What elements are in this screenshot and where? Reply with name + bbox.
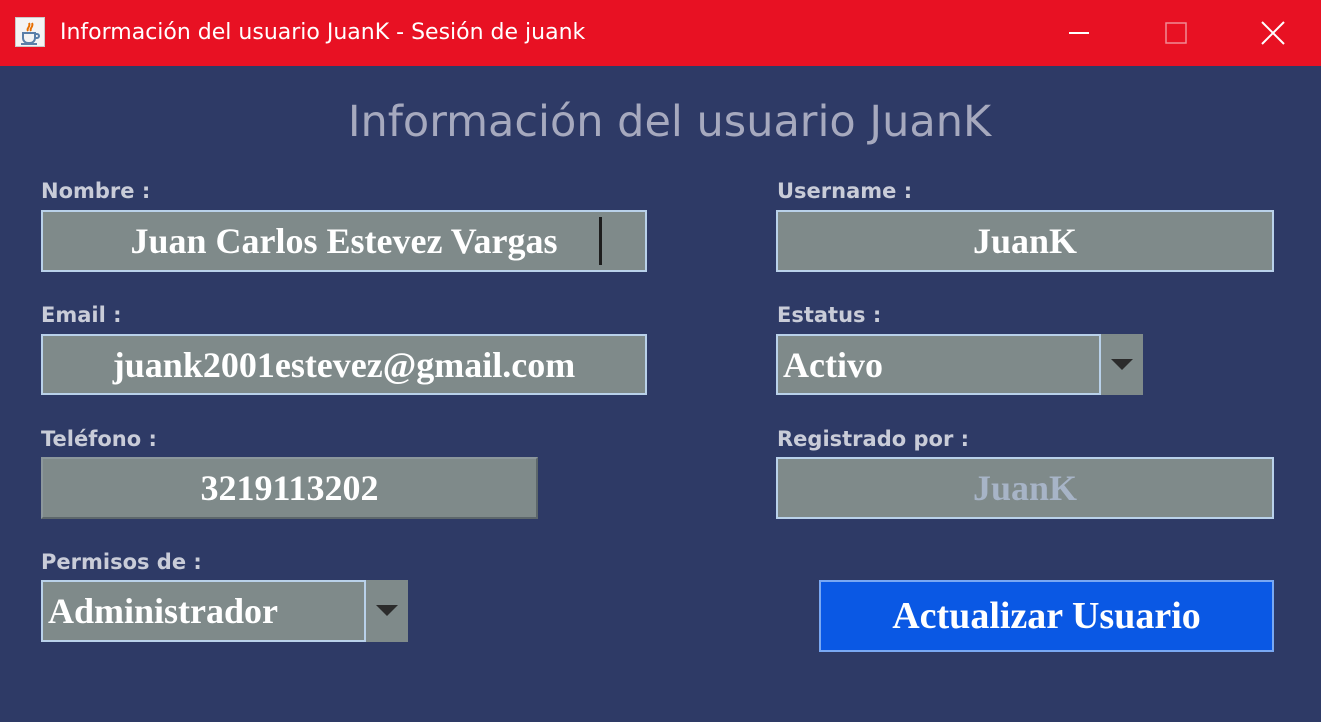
email-value: juank2001estevez@gmail.com xyxy=(112,344,576,385)
nombre-label: Nombre : xyxy=(41,179,151,203)
permisos-label: Permisos de : xyxy=(41,550,202,574)
title-bar[interactable]: Información del usuario JuanK - Sesión d… xyxy=(0,0,1321,66)
text-caret xyxy=(599,217,602,265)
close-button[interactable] xyxy=(1225,0,1321,66)
chevron-down-icon xyxy=(1111,358,1133,370)
estatus-dropdown-button[interactable] xyxy=(1101,334,1143,395)
estatus-label: Estatus : xyxy=(777,303,882,327)
telefono-field[interactable]: 3219113202 xyxy=(41,457,538,519)
minimize-icon xyxy=(1069,32,1089,34)
minimize-button[interactable] xyxy=(1031,0,1127,66)
username-value: JuanK xyxy=(972,221,1078,261)
permisos-selected-value: Administrador xyxy=(41,580,366,642)
telefono-value: 3219113202 xyxy=(200,468,379,508)
close-icon xyxy=(1261,21,1285,45)
update-user-button[interactable]: Actualizar Usuario xyxy=(819,580,1274,652)
permisos-select[interactable]: Administrador xyxy=(41,580,408,642)
nombre-value: Juan Carlos Estevez Vargas xyxy=(130,221,558,261)
maximize-button[interactable] xyxy=(1128,0,1224,66)
user-info-window: Información del usuario JuanK - Sesión d… xyxy=(0,0,1321,722)
username-field[interactable]: JuanK xyxy=(776,210,1274,272)
estatus-select[interactable]: Activo xyxy=(776,334,1143,395)
page-title: Información del usuario JuanK xyxy=(347,97,992,147)
java-cup-icon xyxy=(15,17,45,47)
registrado-por-field: JuanK xyxy=(776,457,1274,519)
chevron-down-icon xyxy=(376,605,398,616)
permisos-dropdown-button[interactable] xyxy=(366,580,408,642)
telefono-label: Teléfono : xyxy=(41,427,157,451)
email-field[interactable]: juank2001estevez@gmail.com xyxy=(41,334,647,395)
username-label: Username : xyxy=(777,179,913,203)
window-title: Información del usuario JuanK - Sesión d… xyxy=(60,20,586,45)
registrado-por-value: JuanK xyxy=(972,468,1078,508)
maximize-icon xyxy=(1165,22,1187,44)
email-label: Email : xyxy=(41,303,122,327)
estatus-selected-value: Activo xyxy=(776,334,1101,395)
registrado-por-label: Registrado por : xyxy=(777,427,970,451)
nombre-field[interactable]: Juan Carlos Estevez Vargas xyxy=(41,210,647,272)
